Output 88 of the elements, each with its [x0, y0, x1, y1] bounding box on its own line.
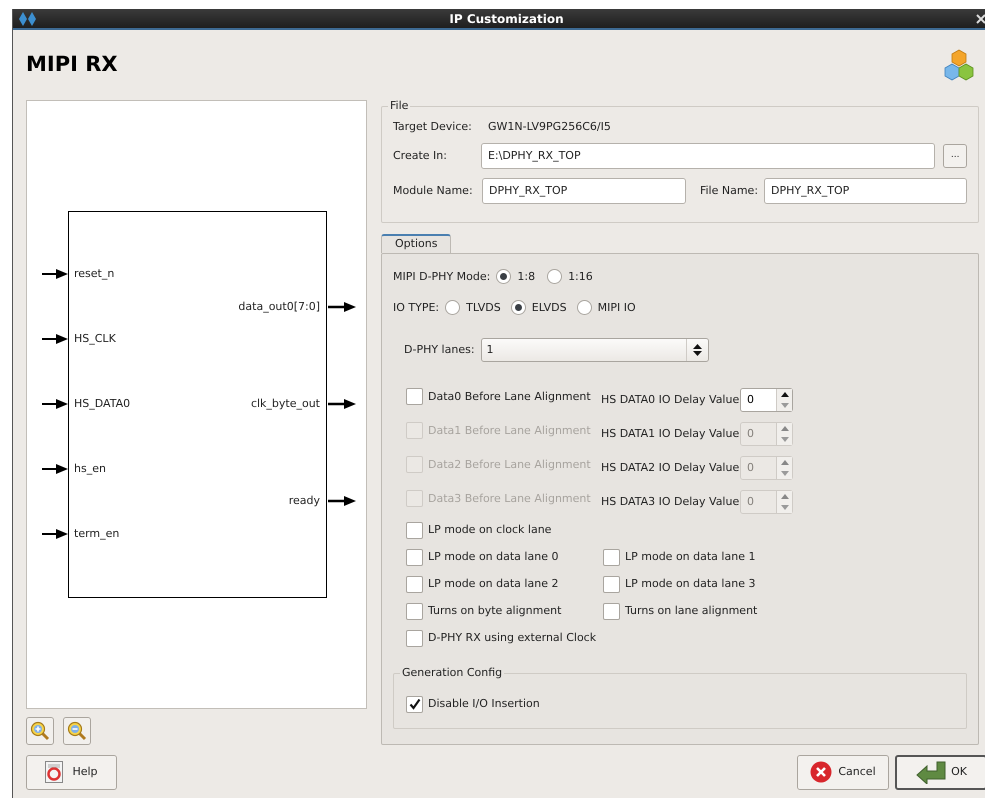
down-arrow-icon[interactable]	[780, 402, 788, 408]
pin-label: HS_CLK	[74, 333, 116, 345]
help-button[interactable]: Help	[26, 754, 117, 790]
lanes-label: D-PHY lanes:	[404, 342, 475, 358]
checkbox[interactable]	[406, 696, 423, 713]
io-type-label: IO TYPE:	[393, 300, 440, 316]
radio-button[interactable]	[510, 300, 526, 316]
checkbox-label: LP mode on data lane 1	[625, 549, 756, 566]
output-arrow	[328, 496, 356, 506]
radio-label: MIPI IO	[598, 300, 636, 316]
target-device-value: GW1N-LV9PG256C6/I5	[488, 118, 611, 135]
group-legend: File	[388, 100, 410, 112]
checkbox-label: Data1 Before Lane Alignment	[428, 422, 591, 439]
zoom-out-icon	[67, 721, 87, 741]
radio-label: 1:8	[517, 268, 536, 285]
checkbox[interactable]	[406, 602, 423, 620]
input-arrow	[42, 269, 68, 279]
checkbox[interactable]	[603, 548, 620, 566]
checkbox-label: Data2 Before Lane Alignment	[428, 456, 591, 473]
lifebuoy-document-icon	[45, 761, 64, 783]
zoom-in-icon	[30, 721, 50, 741]
cubes-icon	[942, 48, 976, 82]
input-arrow	[42, 464, 68, 474]
pin-label: data_out0[7:0]	[238, 301, 320, 313]
target-device-label: Target Device:	[393, 118, 473, 135]
up-arrow-icon[interactable]	[780, 392, 788, 397]
delay-label: HS DATA0 IO Delay Value	[601, 392, 740, 408]
input-arrow	[42, 399, 68, 409]
pin-label: term_en	[74, 528, 120, 540]
checkmark-icon	[408, 698, 420, 710]
checkbox[interactable]	[406, 388, 423, 406]
pin-label: HS_DATA0	[74, 398, 130, 410]
checkbox[interactable]	[406, 576, 423, 593]
delay-label: HS DATA1 IO Delay Value	[601, 426, 740, 442]
input-arrow	[42, 334, 68, 344]
output-arrow	[328, 399, 356, 409]
checkbox-label: D-PHY RX using external Clock	[428, 630, 596, 646]
zoom-in-button[interactable]	[26, 717, 54, 745]
radio-button[interactable]	[445, 300, 460, 316]
checkbox-label: Data3 Before Lane Alignment	[428, 490, 591, 507]
browse-button[interactable]: ...	[943, 144, 967, 168]
app-logo-icon	[19, 12, 37, 26]
checkbox-label: LP mode on clock lane	[428, 522, 552, 538]
pin-label: reset_n	[74, 268, 114, 280]
pin-label: clk_byte_out	[250, 398, 320, 410]
close-icon[interactable]	[976, 14, 985, 24]
delay-label: HS DATA3 IO Delay Value	[601, 494, 740, 510]
tab[interactable]: Options	[381, 234, 452, 253]
ok-button[interactable]: OK	[895, 754, 985, 790]
checkbox-label: LP mode on data lane 2	[428, 576, 558, 592]
create-in-field[interactable]: E:\DPHY_RX_TOP	[480, 143, 936, 169]
checkbox-label: Turns on lane alignment	[625, 603, 758, 620]
delay-spinbox[interactable]: 0	[740, 388, 793, 412]
radio-label: TLVDS	[466, 300, 501, 316]
file-name-label: File Name:	[700, 182, 758, 199]
radio-button[interactable]	[576, 300, 592, 316]
checkbox[interactable]	[406, 548, 423, 566]
cancel-icon	[810, 761, 832, 783]
cancel-button[interactable]: Cancel	[797, 754, 889, 790]
radio-label: 1:16	[568, 268, 593, 285]
header-title: MIPI RX	[26, 51, 118, 78]
window-title: IP Customization	[448, 10, 565, 28]
group-legend: Generation Config	[400, 666, 504, 679]
checkbox-label: Disable I/O Insertion	[428, 696, 540, 712]
file-name-field[interactable]: DPHY_RX_TOP	[764, 178, 968, 204]
up-down-caret-icon	[692, 344, 702, 356]
checkbox-label: Turns on byte alignment	[428, 603, 562, 620]
radio-label: ELVDS	[532, 300, 567, 316]
module-name-field[interactable]: DPHY_RX_TOP	[482, 178, 686, 204]
output-arrow	[328, 302, 356, 312]
radio-button[interactable]	[496, 269, 512, 284]
input-arrow	[42, 529, 68, 539]
mode-label: MIPI D-PHY Mode:	[393, 268, 490, 285]
radio-button[interactable]	[547, 269, 562, 284]
checkbox-label: LP mode on data lane 3	[625, 576, 756, 592]
checkbox-label: LP mode on data lane 0	[428, 549, 558, 566]
checkbox[interactable]	[603, 602, 620, 620]
delay-label: HS DATA2 IO Delay Value	[601, 460, 740, 476]
pin-label: ready	[288, 495, 320, 507]
module-name-label: Module Name:	[393, 182, 474, 199]
create-in-label: Create In:	[393, 148, 448, 164]
checkbox[interactable]	[603, 576, 620, 593]
checkbox-label: Data0 Before Lane Alignment	[428, 388, 591, 405]
checkbox[interactable]	[406, 630, 423, 647]
checkbox[interactable]	[406, 522, 423, 539]
zoom-out-button[interactable]	[63, 717, 91, 745]
pin-label: hs_en	[74, 463, 106, 475]
lanes-dropdown[interactable]: 1	[480, 338, 709, 362]
